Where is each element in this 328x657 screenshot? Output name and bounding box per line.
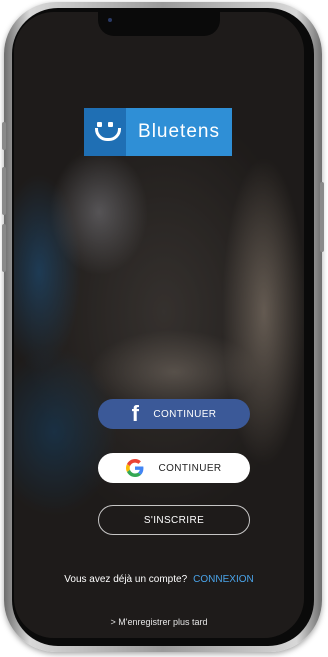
google-continue-button[interactable]: CONTINUER bbox=[98, 453, 250, 483]
register-button-label: S'INSCRIRE bbox=[143, 514, 205, 526]
register-later-link[interactable]: > M'enregistrer plus tard bbox=[14, 617, 304, 627]
facebook-button-label: CONTINUER bbox=[153, 408, 217, 420]
existing-account-prompt: Vous avez déjà un compte? bbox=[64, 574, 188, 585]
facebook-continue-button[interactable]: f CONTINUER bbox=[98, 399, 250, 429]
camera-notch bbox=[98, 12, 220, 36]
background-photo bbox=[14, 12, 304, 638]
google-button-label: CONTINUER bbox=[158, 462, 222, 474]
volume-up-button bbox=[2, 167, 6, 215]
login-link[interactable]: CONNEXION bbox=[193, 574, 254, 585]
register-button[interactable]: S'INSCRIRE bbox=[98, 505, 250, 535]
mute-switch bbox=[2, 122, 6, 150]
power-button bbox=[320, 182, 324, 252]
camera-icon bbox=[108, 18, 112, 22]
existing-account-row: Vous avez déjà un compte? CONNEXION bbox=[14, 574, 304, 585]
logo-text: Bluetens bbox=[138, 121, 220, 142]
app-screen: Bluetens f CONTINUER CONTINUER S'INSCRIR… bbox=[14, 12, 304, 638]
volume-down-button bbox=[2, 224, 6, 272]
facebook-icon: f bbox=[131, 401, 140, 426]
smiley-logo-icon bbox=[84, 108, 126, 156]
bluetens-logo: Bluetens bbox=[84, 108, 232, 156]
google-icon bbox=[126, 459, 144, 477]
